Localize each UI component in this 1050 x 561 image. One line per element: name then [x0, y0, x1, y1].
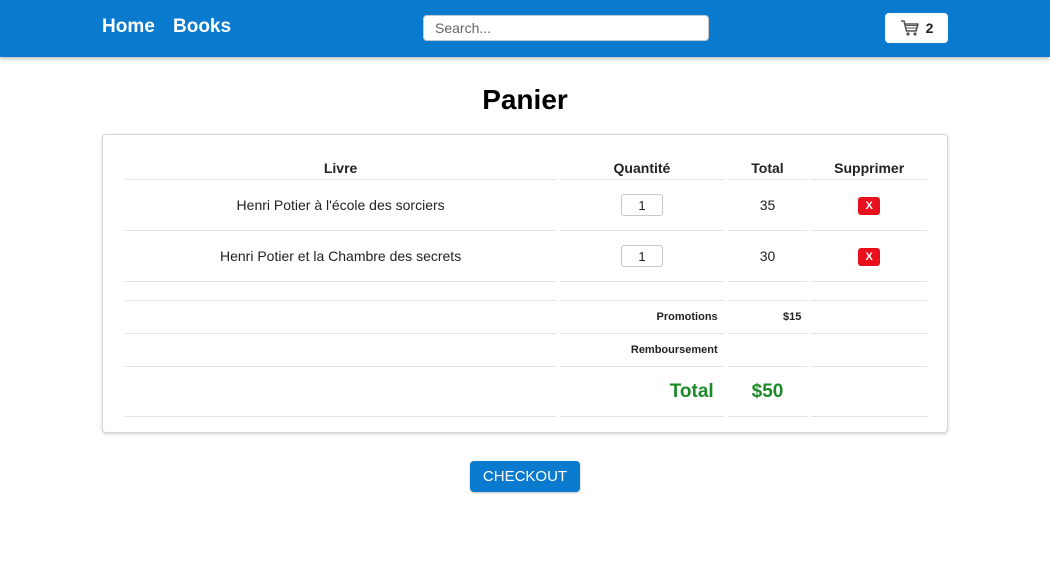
delete-item-button[interactable]: X — [858, 196, 881, 215]
table-header-row: Livre Quantité Total Supprimer — [125, 148, 927, 180]
quantity-input[interactable] — [620, 245, 663, 267]
grand-total-label: Total — [560, 367, 724, 417]
delete-item-button[interactable]: X — [858, 247, 881, 266]
book-title: Henri Potier et la Chambre des secrets — [125, 231, 557, 282]
cart-card: Livre Quantité Total Supprimer Henri Pot… — [102, 134, 948, 433]
header-book: Livre — [125, 148, 557, 180]
header-quantity: Quantité — [560, 148, 724, 180]
delete-cell: X — [811, 180, 927, 231]
refund-row: Remboursement — [125, 334, 927, 367]
header-delete: Supprimer — [811, 148, 927, 180]
book-title: Henri Potier à l'école des sorciers — [125, 180, 557, 231]
table-row: Henri Potier à l'école des sorciers 35 X — [125, 180, 927, 231]
quantity-cell — [560, 231, 724, 282]
cart-count-badge: 2 — [925, 20, 934, 36]
page-title: Panier — [482, 84, 568, 115]
quantity-input[interactable] — [620, 194, 663, 216]
promotions-value: $15 — [727, 301, 808, 334]
delete-cell: X — [811, 231, 927, 282]
shopping-cart-icon — [900, 19, 920, 37]
refund-label: Remboursement — [560, 334, 724, 367]
item-total: 35 — [727, 180, 808, 231]
promotions-label: Promotions — [560, 301, 724, 334]
quantity-cell — [560, 180, 724, 231]
promotions-row: Promotions $15 — [125, 301, 927, 334]
table-row: Henri Potier et la Chambre des secrets 3… — [125, 231, 927, 282]
item-total: 30 — [727, 231, 808, 282]
nav-home-link[interactable]: Home — [102, 16, 155, 38]
cart-button[interactable]: 2 — [885, 13, 948, 43]
refund-value — [727, 334, 808, 367]
checkout-button[interactable]: CHECKOUT — [470, 461, 580, 492]
grand-total-value: $50 — [727, 367, 808, 417]
top-navbar: Home Books 2 — [0, 0, 1050, 57]
search-input[interactable] — [423, 15, 709, 41]
cart-table: Livre Quantité Total Supprimer Henri Pot… — [121, 148, 931, 417]
spacer-row — [125, 282, 927, 301]
header-total: Total — [727, 148, 808, 180]
grand-total-row: Total $50 — [125, 367, 927, 417]
nav-books-link[interactable]: Books — [173, 16, 231, 38]
